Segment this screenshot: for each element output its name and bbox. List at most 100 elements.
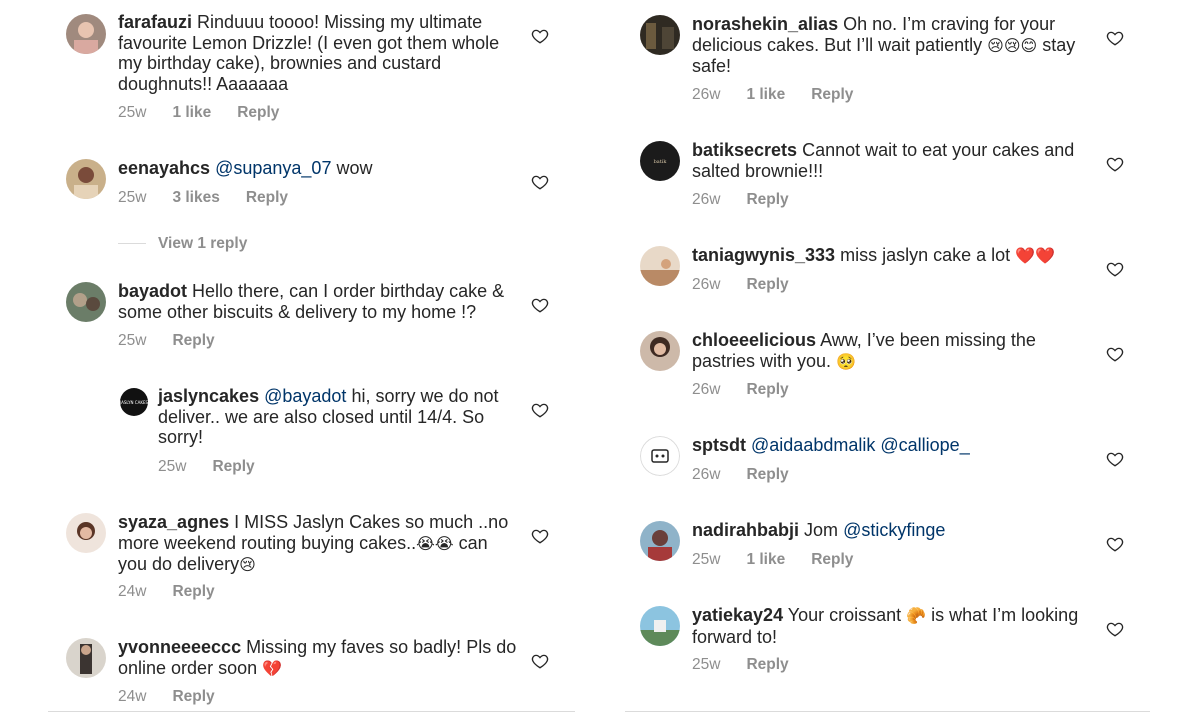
comment-body: sptsdt @aidaabdmalik @calliope_ <box>692 435 1087 456</box>
reply-button[interactable]: Reply <box>237 104 279 121</box>
comment-time[interactable]: 25w <box>158 458 186 475</box>
comment-likes[interactable]: 1 like <box>746 86 785 103</box>
reply-button[interactable]: Reply <box>746 276 788 293</box>
like-heart-icon[interactable] <box>531 652 549 670</box>
comment-body: taniagwynis_333 miss jaslyn cake a lot ❤… <box>692 245 1087 267</box>
avatar[interactable] <box>66 638 106 678</box>
comment-time[interactable]: 25w <box>118 104 146 121</box>
mention-link[interactable]: @bayadot <box>264 386 346 406</box>
comment-time[interactable]: 25w <box>118 332 146 349</box>
divider <box>48 711 575 712</box>
comment-text: wow <box>336 158 373 178</box>
comment-body: yatiekay24 Your croissant 🥐 is what I’m … <box>692 605 1087 647</box>
like-heart-icon[interactable] <box>531 296 549 314</box>
comment-meta: 25w 3 likes Reply <box>118 189 314 207</box>
comment-time[interactable]: 26w <box>692 276 720 293</box>
like-heart-icon[interactable] <box>1106 155 1124 173</box>
comment-time[interactable]: 26w <box>692 191 720 208</box>
reply-button[interactable]: Reply <box>746 656 788 673</box>
comment-time[interactable]: 26w <box>692 466 720 483</box>
comment-meta: 24w Reply <box>118 688 241 706</box>
avatar[interactable] <box>66 513 106 553</box>
avatar[interactable] <box>640 246 680 286</box>
comment-body: yvonneeeeccc Missing my faves so badly! … <box>118 637 518 679</box>
like-heart-icon[interactable] <box>1106 450 1124 468</box>
reply-button[interactable]: Reply <box>746 191 788 208</box>
mention-link[interactable]: @aidaabdmalik <box>751 435 875 455</box>
comment-username[interactable]: jaslyncakes <box>158 386 259 406</box>
like-heart-icon[interactable] <box>1106 29 1124 47</box>
comment-username[interactable]: taniagwynis_333 <box>692 245 835 265</box>
like-heart-icon[interactable] <box>531 401 549 419</box>
avatar[interactable] <box>640 436 680 476</box>
comment-likes[interactable]: 1 like <box>746 551 785 568</box>
comment-time[interactable]: 24w <box>118 688 146 705</box>
comment-time[interactable]: 25w <box>692 656 720 673</box>
like-heart-icon[interactable] <box>1106 260 1124 278</box>
mention-link[interactable]: @calliope_ <box>880 435 969 455</box>
comment-username[interactable]: farafauzi <box>118 12 192 32</box>
comment-meta: 25w Reply <box>118 332 241 350</box>
comments-column-left: farafauzi Rinduuu toooo! Missing my ulti… <box>0 0 575 720</box>
reply-button[interactable]: Reply <box>811 86 853 103</box>
view-replies-button[interactable]: View 1 reply <box>118 235 247 253</box>
avatar[interactable] <box>640 521 680 561</box>
mention-link[interactable]: @stickyfinge <box>843 520 945 540</box>
svg-text:batik: batik <box>654 159 668 165</box>
view-replies-label: View 1 reply <box>158 235 248 252</box>
reply-button[interactable]: Reply <box>212 458 254 475</box>
avatar[interactable] <box>640 606 680 646</box>
comment-body: eenayahcs @supanya_07 wow <box>118 158 518 179</box>
comment-text: Your croissant <box>787 605 902 625</box>
avatar[interactable] <box>640 15 680 55</box>
comment-username[interactable]: bayadot <box>118 281 187 301</box>
comment-time[interactable]: 26w <box>692 86 720 103</box>
like-heart-icon[interactable] <box>531 27 549 45</box>
croissant-icon: 🥐 <box>906 606 927 625</box>
reply-button[interactable]: Reply <box>172 688 214 705</box>
comment-time[interactable]: 25w <box>692 551 720 568</box>
avatar[interactable]: JASLYN CAKES <box>120 388 148 416</box>
comment-body: nadirahbabji Jom @stickyfinge <box>692 520 1087 541</box>
comment-username[interactable]: norashekin_alias <box>692 14 838 34</box>
reply-button[interactable]: Reply <box>746 466 788 483</box>
comment-username[interactable]: yatiekay24 <box>692 605 783 625</box>
avatar[interactable] <box>66 282 106 322</box>
comment-username[interactable]: chloeeelicious <box>692 330 816 350</box>
reply-button[interactable]: Reply <box>172 583 214 600</box>
comment-username[interactable]: sptsdt <box>692 435 746 455</box>
like-heart-icon[interactable] <box>531 173 549 191</box>
comment-likes[interactable]: 3 likes <box>172 189 219 206</box>
reply-button[interactable]: Reply <box>811 551 853 568</box>
comment-meta: 25w Reply <box>692 656 815 674</box>
avatar[interactable] <box>640 331 680 371</box>
comment-body: batiksecrets Cannot wait to eat your cak… <box>692 140 1087 181</box>
comment-username[interactable]: nadirahbabji <box>692 520 799 540</box>
like-heart-icon[interactable] <box>1106 345 1124 363</box>
broken-heart-icon: 💔 <box>262 658 283 678</box>
avatar[interactable] <box>66 14 106 54</box>
avatar[interactable]: batik <box>640 141 680 181</box>
comment-time[interactable]: 25w <box>118 189 146 206</box>
reply-button[interactable]: Reply <box>746 381 788 398</box>
like-heart-icon[interactable] <box>1106 535 1124 553</box>
reply-button[interactable]: Reply <box>172 332 214 349</box>
comment-time[interactable]: 26w <box>692 381 720 398</box>
avatar[interactable] <box>66 159 106 199</box>
comment-meta: 25w 1 like Reply <box>692 551 879 569</box>
like-heart-icon[interactable] <box>531 527 549 545</box>
svg-text:JASLYN CAKES: JASLYN CAKES <box>120 400 148 405</box>
comment-username[interactable]: eenayahcs <box>118 158 210 178</box>
comment-time[interactable]: 24w <box>118 583 146 600</box>
like-heart-icon[interactable] <box>1106 620 1124 638</box>
comment-meta: 26w 1 like Reply <box>692 86 879 104</box>
comment-likes[interactable]: 1 like <box>172 104 211 121</box>
reply-button[interactable]: Reply <box>246 189 288 206</box>
comment-body: farafauzi Rinduuu toooo! Missing my ulti… <box>118 12 518 94</box>
mention-link[interactable]: @supanya_07 <box>215 158 331 178</box>
emoji-sequence-icon: 😢😢😊 <box>987 35 1038 55</box>
comment-username[interactable]: syaza_agnes <box>118 512 229 532</box>
comment-username[interactable]: batiksecrets <box>692 140 797 160</box>
comment-username[interactable]: yvonneeeeccc <box>118 637 241 657</box>
comment-meta: 24w Reply <box>118 583 241 601</box>
